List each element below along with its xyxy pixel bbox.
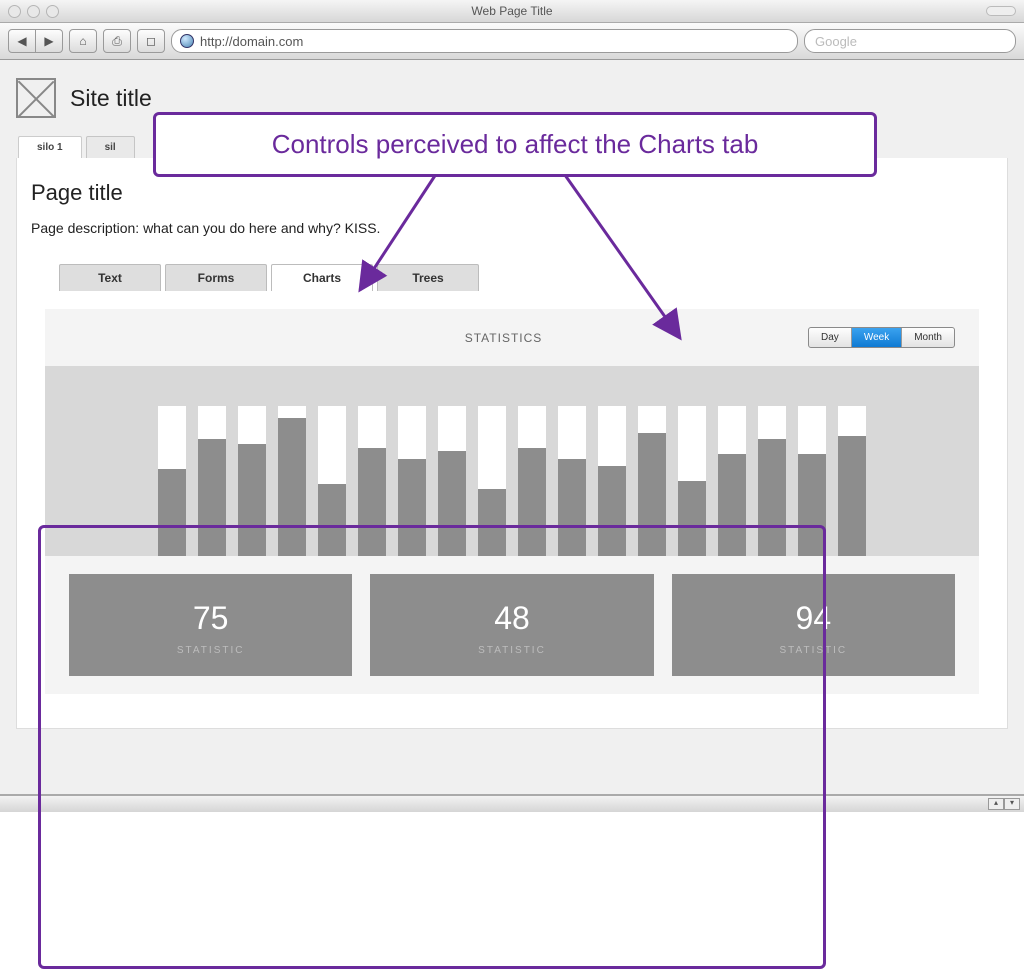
bar-17 [798, 406, 826, 556]
stat-value: 48 [370, 600, 653, 637]
bar-7 [398, 406, 426, 556]
bar-2 [198, 406, 226, 556]
site-logo-icon [16, 78, 56, 118]
page-description: Page description: what can you do here a… [31, 220, 993, 236]
stat-label: STATISTIC [370, 645, 653, 656]
tab-forms[interactable]: Forms [165, 264, 267, 291]
window-minimize-icon[interactable] [27, 5, 40, 18]
print-button[interactable]: ⎙ [103, 29, 131, 53]
url-text: http://domain.com [200, 34, 303, 49]
charts-panel: STATISTICS Day Week Month 75 [31, 291, 993, 704]
forward-button[interactable]: ▶ [36, 29, 63, 53]
back-button[interactable]: ◀ [8, 29, 36, 53]
window-close-icon[interactable] [8, 5, 21, 18]
annotation-text: Controls perceived to affect the Charts … [272, 129, 759, 159]
page-body: Controls perceived to affect the Charts … [0, 60, 1024, 795]
bar-4 [278, 406, 306, 556]
bar-10 [518, 406, 546, 556]
bar-13 [638, 406, 666, 556]
silo-tab-2[interactable]: sil [86, 136, 135, 158]
bar-6 [358, 406, 386, 556]
page-title: Page title [31, 180, 993, 206]
tab-charts[interactable]: Charts [271, 264, 373, 291]
bar-12 [598, 406, 626, 556]
stop-button[interactable]: ◻ [137, 29, 165, 53]
time-range-segment: Day Week Month [808, 327, 955, 348]
content-tabs: Text Forms Charts Trees [59, 264, 993, 291]
tab-trees[interactable]: Trees [377, 264, 479, 291]
bar-16 [758, 406, 786, 556]
scroll-up-icon[interactable]: ▴ [988, 798, 1004, 810]
stat-value: 75 [69, 600, 352, 637]
browser-toolbar: ◀ ▶ ⌂ ⎙ ◻ http://domain.com Google [0, 23, 1024, 60]
search-input[interactable]: Google [804, 29, 1016, 53]
url-input[interactable]: http://domain.com [171, 29, 798, 53]
stat-value: 94 [672, 600, 955, 637]
home-button[interactable]: ⌂ [69, 29, 97, 53]
browser-footer: ▴ ▾ [0, 795, 1024, 812]
stat-card-3: 94 STATISTIC [672, 574, 955, 676]
bar-18 [838, 406, 866, 556]
silo-tab-1[interactable]: silo 1 [18, 136, 82, 158]
bar-14 [678, 406, 706, 556]
bar-chart [45, 366, 979, 556]
bar-15 [718, 406, 746, 556]
bar-5 [318, 406, 346, 556]
bar-1 [158, 406, 186, 556]
bar-8 [438, 406, 466, 556]
bar-9 [478, 406, 506, 556]
scroll-down-icon[interactable]: ▾ [1004, 798, 1020, 810]
site-title: Site title [70, 85, 152, 112]
segment-day[interactable]: Day [809, 328, 852, 347]
globe-icon [180, 34, 194, 48]
window-pill-icon [986, 6, 1016, 16]
stat-label: STATISTIC [672, 645, 955, 656]
window-title: Web Page Title [0, 4, 1024, 18]
search-placeholder: Google [815, 34, 857, 49]
segment-month[interactable]: Month [902, 328, 954, 347]
stat-label: STATISTIC [69, 645, 352, 656]
window-zoom-icon[interactable] [46, 5, 59, 18]
annotation-callout: Controls perceived to affect the Charts … [153, 112, 877, 177]
segment-week[interactable]: Week [852, 328, 902, 347]
tab-text[interactable]: Text [59, 264, 161, 291]
stat-card-1: 75 STATISTIC [69, 574, 352, 676]
bar-3 [238, 406, 266, 556]
stats-title: STATISTICS [199, 331, 808, 345]
stat-card-2: 48 STATISTIC [370, 574, 653, 676]
window-titlebar: Web Page Title [0, 0, 1024, 23]
bar-11 [558, 406, 586, 556]
